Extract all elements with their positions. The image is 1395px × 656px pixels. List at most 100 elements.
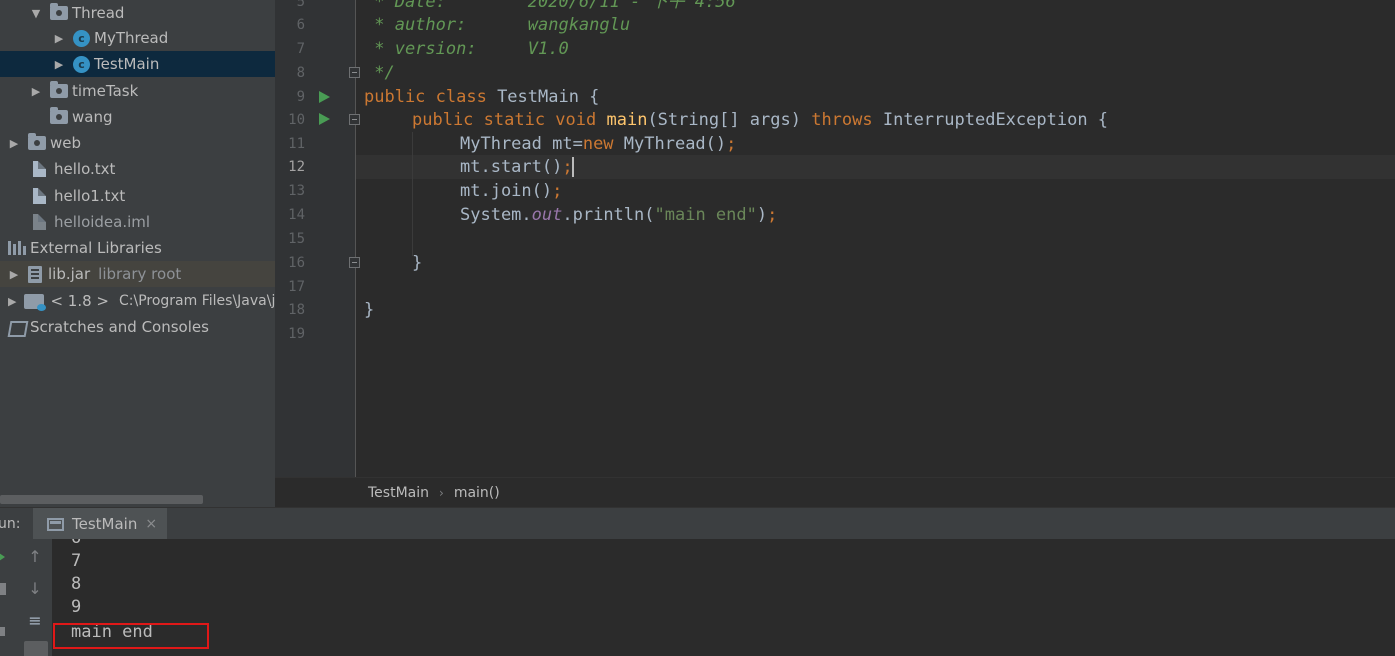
soft-wrap-icon[interactable]: ≡	[25, 611, 45, 630]
tree-item-label: TestMain	[94, 55, 160, 73]
rerun-icon[interactable]	[0, 551, 5, 563]
chevron-right-icon[interactable]: ▶	[8, 268, 20, 281]
code-line-7: * version: V1.0	[364, 39, 569, 59]
run-tool-window-header: un: TestMain ×	[0, 507, 1395, 540]
tree-item-thread[interactable]: ▼ Thread	[0, 0, 275, 26]
tree-item-wang[interactable]: wang	[0, 104, 275, 130]
package-folder-icon	[50, 107, 68, 124]
tree-item-mythread[interactable]: ▶ c MyThread	[0, 25, 275, 51]
tree-item-lib-jar[interactable]: ▶ lib.jar library root	[0, 261, 275, 287]
scratches-icon	[8, 319, 26, 335]
fold-icon[interactable]	[349, 257, 360, 268]
package-folder-icon	[50, 3, 68, 20]
tree-item-label: Thread	[72, 4, 125, 22]
chevron-right-icon[interactable]: ▶	[8, 137, 20, 150]
breadcrumb: TestMain › main()	[275, 477, 1395, 507]
tree-item-scratches[interactable]: Scratches and Consoles	[0, 314, 275, 340]
horizontal-scrollbar[interactable]	[0, 495, 203, 504]
fold-icon[interactable]	[349, 114, 360, 125]
chevron-down-icon[interactable]: ▼	[30, 7, 42, 20]
project-tree-panel: ▼ Thread ▶ c MyThread ▶ c TestMain ▶ tim…	[0, 0, 275, 507]
line-number: 10	[288, 112, 305, 128]
code-text: InterruptedException {	[872, 110, 1109, 130]
keyword: new	[582, 134, 614, 154]
run-toolbar: ↑ ↓ ≡	[0, 539, 52, 656]
code-line-13: mt.join();	[460, 179, 562, 203]
run-label: un:	[0, 515, 21, 532]
run-tab-testmain[interactable]: TestMain ×	[33, 508, 168, 540]
code-text: mt.start()	[460, 157, 563, 177]
web-folder-icon	[28, 133, 46, 150]
semicolon: ;	[726, 134, 737, 154]
line-number: 16	[288, 255, 305, 271]
keyword: public static void	[412, 110, 597, 130]
code-text: .println(	[562, 205, 655, 225]
breadcrumb-class[interactable]: TestMain	[368, 485, 429, 501]
layout-icon[interactable]	[0, 627, 5, 636]
keyword: public class	[364, 87, 487, 107]
code-line-11: MyThread mt=new MyThread();	[460, 132, 736, 156]
chevron-right-icon[interactable]: ▶	[53, 58, 65, 71]
tree-item-jdk[interactable]: ▶ < 1.8 > C:\Program Files\Java\j	[0, 288, 275, 314]
run-class-icon[interactable]	[319, 91, 330, 103]
fold-icon[interactable]	[349, 67, 360, 78]
text-file-icon	[33, 188, 46, 204]
run-main-icon[interactable]	[319, 113, 330, 125]
code-line-12: mt.start();	[460, 155, 574, 179]
chevron-right-icon[interactable]: ▶	[53, 32, 65, 45]
code-line-14: System.out.println("main end");	[460, 203, 777, 227]
code-line-6: * author: wangkanglu	[364, 15, 631, 35]
highlight-annotation-box	[53, 623, 209, 649]
breadcrumb-method[interactable]: main()	[454, 485, 500, 501]
code-text: System.	[460, 205, 532, 225]
tree-item-label: External Libraries	[30, 239, 162, 257]
static-field: out	[531, 205, 563, 225]
tree-item-secondary: library root	[98, 265, 182, 283]
tree-item-timetask[interactable]: ▶ timeTask	[0, 78, 275, 104]
tree-item-label: helloidea.iml	[54, 213, 151, 231]
line-number: 19	[288, 326, 305, 342]
keyword: throws	[811, 110, 873, 130]
line-number: 9	[296, 89, 305, 105]
tree-item-web[interactable]: ▶ web	[0, 130, 275, 156]
console-line: 7	[71, 551, 82, 571]
code-editor[interactable]: 5 6 7 8 9 10 11 12 13 14 15 16 17 18 19 …	[275, 0, 1395, 477]
stop-icon[interactable]	[0, 583, 6, 595]
code-line-18: }	[364, 300, 375, 320]
close-icon[interactable]: ×	[145, 516, 157, 532]
tree-item-external-libraries[interactable]: External Libraries	[0, 235, 275, 261]
line-number: 17	[288, 279, 305, 295]
line-number: 11	[288, 136, 305, 152]
tree-item-hello1-txt[interactable]: hello1.txt	[0, 183, 275, 209]
code-text: mt.join()	[460, 181, 553, 201]
chevron-right-icon[interactable]: ▶	[8, 295, 16, 308]
libraries-icon	[8, 241, 26, 255]
tree-item-label: timeTask	[72, 82, 139, 100]
chevron-right-icon[interactable]: ▶	[30, 85, 42, 98]
tree-item-label: < 1.8 >	[50, 292, 109, 310]
tree-item-label: hello1.txt	[54, 187, 126, 205]
scroll-down-arrow-icon[interactable]: ↓	[25, 579, 45, 598]
code-line-10: public static void main(String[] args) t…	[412, 108, 1108, 132]
method-name: main	[606, 110, 648, 130]
tree-item-testmain[interactable]: ▶ c TestMain	[0, 51, 275, 77]
code-text: (String[] args)	[647, 110, 812, 130]
code-text: )	[756, 205, 768, 225]
line-number: 8	[296, 65, 305, 81]
code-line-8: */	[364, 63, 395, 83]
tree-item-hello-txt[interactable]: hello.txt	[0, 156, 275, 182]
line-number: 13	[288, 183, 305, 199]
breadcrumb-separator: ›	[439, 485, 444, 500]
code-text: MyThread mt=	[460, 134, 583, 154]
console-icon	[47, 517, 64, 531]
line-number: 5	[296, 0, 305, 10]
tree-item-label: hello.txt	[54, 160, 116, 178]
console-output[interactable]: 6 7 8 9 main end	[52, 539, 1395, 656]
line-number: 14	[288, 207, 305, 223]
code-line-9: public class TestMain {	[364, 85, 599, 109]
tree-item-helloidea-iml[interactable]: helloidea.iml	[0, 209, 275, 235]
scroll-up-arrow-icon[interactable]: ↑	[25, 547, 45, 566]
tree-item-label: MyThread	[94, 29, 169, 47]
jdk-icon	[24, 293, 47, 311]
scroll-to-end-icon[interactable]	[24, 641, 48, 656]
